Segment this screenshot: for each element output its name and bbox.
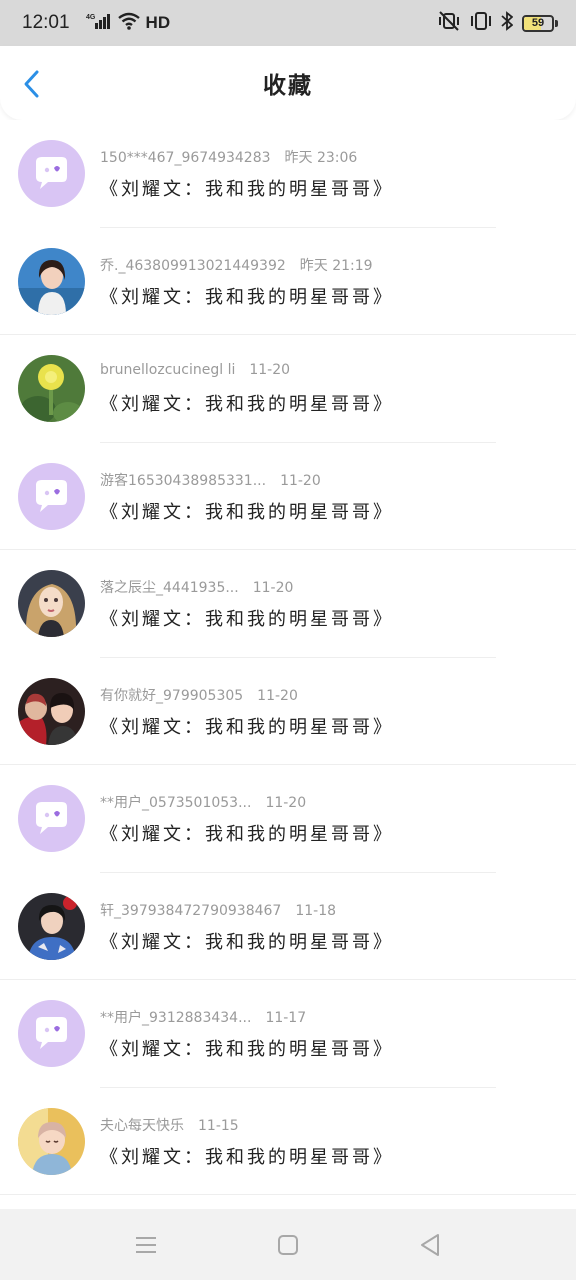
timestamp: 昨天 21:19 <box>299 257 373 274</box>
photo-girl-avatar[interactable] <box>18 247 85 315</box>
story-title[interactable]: 《刘耀文：我和我的明星哥哥》 <box>100 820 394 846</box>
list-item[interactable]: 游客16530438985331... 11-20 《刘耀文：我和我的明星哥哥》 <box>0 443 576 550</box>
item-meta: 乔._463809913021449392 昨天 21:19 <box>100 255 373 275</box>
photo-anime-girl-avatar[interactable] <box>18 570 85 637</box>
back-triangle-icon <box>421 1233 439 1256</box>
photo-child-avatar[interactable] <box>18 1107 85 1175</box>
default-chat-avatar[interactable] <box>18 1000 85 1067</box>
timestamp: 11-20 <box>249 362 291 378</box>
story-title[interactable]: 《刘耀文：我和我的明星哥哥》 <box>100 175 394 201</box>
username: 夫心每天快乐 <box>100 1117 184 1134</box>
menu-icon <box>136 1236 156 1253</box>
chevron-left-icon <box>24 70 39 98</box>
item-meta: **用户_0573501053... 11-20 <box>100 792 306 812</box>
list-item[interactable]: **用户_0573501053... 11-20 《刘耀文：我和我的明星哥哥》 <box>0 765 576 873</box>
story-title[interactable]: 《刘耀文：我和我的明星哥哥》 <box>100 283 394 309</box>
wifi-icon <box>117 12 140 34</box>
item-meta: 150***467_9674934283 昨天 23:06 <box>100 147 357 167</box>
menu-nav-button[interactable] <box>132 1231 160 1259</box>
timestamp: 11-20 <box>252 580 294 596</box>
default-chat-avatar[interactable] <box>18 462 85 530</box>
item-meta: 落之辰尘_4441935... 11-20 <box>100 577 293 597</box>
story-title[interactable]: 《刘耀文：我和我的明星哥哥》 <box>100 928 394 954</box>
header: 收藏 <box>0 46 576 120</box>
list-item[interactable]: 轩_397938472790938467 11-18 《刘耀文：我和我的明星哥哥》 <box>0 873 576 980</box>
timestamp: 11-20 <box>265 795 307 811</box>
home-square-icon <box>278 1234 298 1255</box>
divider <box>0 1194 576 1195</box>
item-meta: **用户_9312883434... 11-17 <box>100 1007 306 1027</box>
photo-boy-avatar[interactable] <box>18 892 85 960</box>
back-nav-button[interactable] <box>416 1231 444 1259</box>
story-title[interactable]: 《刘耀文：我和我的明星哥哥》 <box>100 498 394 524</box>
list-item[interactable]: 乔._463809913021449392 昨天 21:19 《刘耀文：我和我的明星… <box>0 228 576 335</box>
item-meta: brunellozcucinegl li 11-20 <box>100 362 290 378</box>
network-type-label: 4G <box>86 14 96 21</box>
list-item[interactable]: 夫心每天快乐 11-15 《刘耀文：我和我的明星哥哥》 <box>0 1088 576 1195</box>
item-meta: 有你就好_979905305 11-20 <box>100 685 298 705</box>
vibrate-mute-icon <box>437 11 461 35</box>
default-chat-avatar[interactable] <box>18 140 85 207</box>
page-title: 收藏 <box>263 72 313 99</box>
vibrate-icon <box>470 11 492 35</box>
item-meta: 游客16530438985331... 11-20 <box>100 470 321 490</box>
username: 落之辰尘_4441935... <box>100 580 239 596</box>
system-nav-bar <box>0 1209 576 1280</box>
status-left: 12:01 4G HD <box>22 12 170 34</box>
photo-flower-avatar[interactable] <box>18 355 85 422</box>
battery-icon: 59 <box>522 14 558 32</box>
timestamp: 11-17 <box>265 1010 307 1026</box>
username: 游客16530438985331... <box>100 472 267 489</box>
timestamp: 昨天 23:06 <box>284 150 358 166</box>
battery-level: 59 <box>531 17 545 29</box>
item-meta: 轩_397938472790938467 11-18 <box>100 900 336 920</box>
home-nav-button[interactable] <box>274 1231 302 1259</box>
username: 有你就好_979905305 <box>100 687 244 704</box>
story-title[interactable]: 《刘耀文：我和我的明星哥哥》 <box>100 713 394 739</box>
hd-label: HD <box>145 13 171 32</box>
username: 150***467_9674934283 <box>100 150 271 166</box>
status-right: 59 <box>437 11 558 35</box>
default-chat-avatar[interactable] <box>18 785 85 852</box>
story-title[interactable]: 《刘耀文：我和我的明星哥哥》 <box>100 1143 394 1169</box>
item-meta: 夫心每天快乐 11-15 <box>100 1115 239 1135</box>
username: **用户_9312883434... <box>100 1010 252 1026</box>
username: brunellozcucinegl li <box>100 362 236 378</box>
signal-icon: 4G <box>86 12 112 34</box>
username: 乔._463809913021449392 <box>100 257 286 274</box>
list-item[interactable]: brunellozcucinegl li 11-20 《刘耀文：我和我的明星哥哥》 <box>0 335 576 443</box>
timestamp: 11-20 <box>280 472 321 489</box>
story-title[interactable]: 《刘耀文：我和我的明星哥哥》 <box>100 1035 394 1061</box>
bluetooth-icon <box>501 11 514 35</box>
story-title[interactable]: 《刘耀文：我和我的明星哥哥》 <box>100 605 394 631</box>
story-title[interactable]: 《刘耀文：我和我的明星哥哥》 <box>100 390 394 416</box>
list-item[interactable]: 有你就好_979905305 11-20 《刘耀文：我和我的明星哥哥》 <box>0 658 576 765</box>
list-item[interactable]: 落之辰尘_4441935... 11-20 《刘耀文：我和我的明星哥哥》 <box>0 550 576 658</box>
timestamp: 11-20 <box>257 687 298 704</box>
username: 轩_397938472790938467 <box>100 902 282 919</box>
status-time: 12:01 <box>22 12 70 33</box>
list-item[interactable]: **用户_9312883434... 11-17 《刘耀文：我和我的明星哥哥》 <box>0 980 576 1088</box>
photo-people-avatar[interactable] <box>18 677 85 745</box>
timestamp: 11-18 <box>295 902 337 919</box>
back-button[interactable] <box>14 66 50 102</box>
username: **用户_0573501053... <box>100 795 252 811</box>
favorites-list: 150***467_9674934283 昨天 23:06 《刘耀文：我和我的明星哥… <box>0 120 576 1195</box>
list-item[interactable]: 150***467_9674934283 昨天 23:06 《刘耀文：我和我的明星哥… <box>0 120 576 228</box>
timestamp: 11-15 <box>198 1117 239 1134</box>
status-bar: 12:01 4G HD 59 <box>0 0 576 46</box>
